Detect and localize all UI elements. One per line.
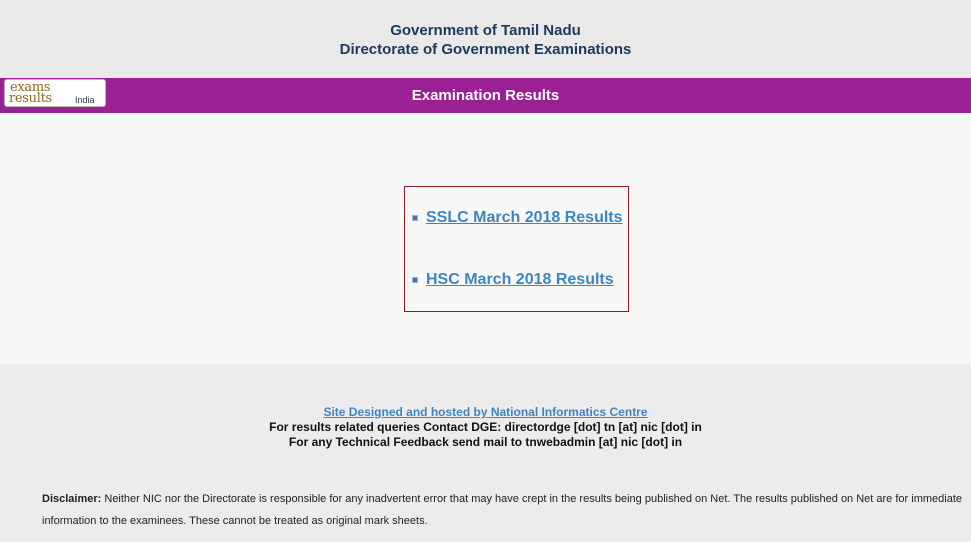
sslc-results-link[interactable]: SSLC March 2018 Results <box>426 209 623 227</box>
disclaimer-label: Disclaimer: <box>42 493 102 505</box>
nic-site-link[interactable]: Site Designed and hosted by National Inf… <box>323 405 647 419</box>
title-banner: Examination Results <box>0 78 971 113</box>
bullet-icon <box>412 215 418 221</box>
nic-credit: Site Designed and hosted by National Inf… <box>0 405 971 419</box>
hsc-results-link[interactable]: HSC March 2018 Results <box>426 271 614 289</box>
feedback-line: For any Technical Feedback send mail to … <box>288 435 683 449</box>
header-government-title: Government of Tamil Nadu <box>390 22 581 39</box>
contact-line: For results related queries Contact DGE:… <box>269 420 702 434</box>
bullet-icon <box>412 277 418 283</box>
header-directorate-title: Directorate of Government Examinations <box>339 41 632 58</box>
disclaimer: Disclaimer: Neither NIC nor the Director… <box>42 488 966 532</box>
logo-word-india: India <box>75 95 95 105</box>
exams-results-india-logo[interactable]: exams results India <box>4 79 106 107</box>
logo-word-results: results <box>9 91 52 106</box>
page-header: Government of Tamil Nadu Directorate of … <box>0 0 971 78</box>
results-links-box <box>404 186 629 312</box>
banner-title: Examination Results <box>411 87 560 104</box>
disclaimer-text: Neither NIC nor the Directorate is respo… <box>42 493 962 527</box>
